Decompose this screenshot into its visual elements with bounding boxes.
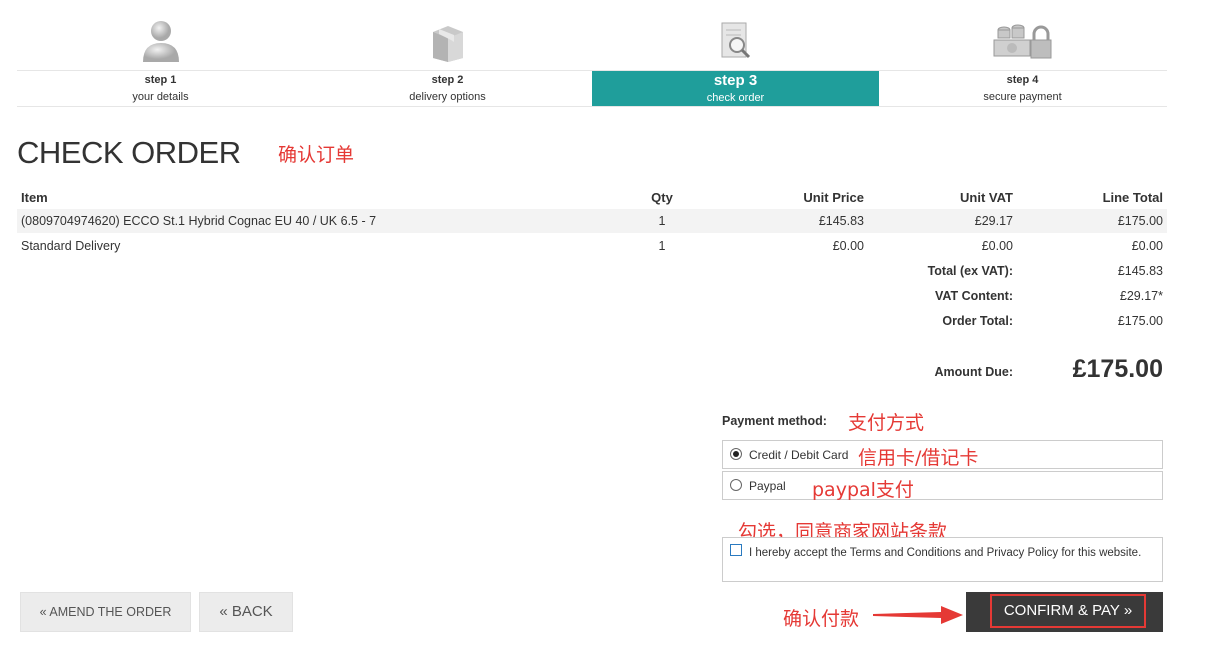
vat-content-value: £29.17*	[1119, 289, 1163, 303]
item-name: Standard Delivery	[21, 239, 121, 253]
annotation-confirm: 确认付款	[783, 608, 860, 630]
table-row: Standard Delivery 1 £0.00 £0.00 £0.00	[17, 234, 1167, 258]
annotation-card: 信用卡/借记卡	[858, 447, 979, 469]
arrow-icon	[873, 606, 963, 624]
confirm-pay-button[interactable]: CONFIRM & PAY »	[966, 592, 1163, 632]
item-line-total: £175.00	[1117, 214, 1163, 228]
table-row: (0809704974620) ECCO St.1 Hybrid Cognac …	[17, 209, 1167, 233]
amend-order-button[interactable]: « AMEND THE ORDER	[20, 592, 191, 632]
item-unit-price: £145.83	[818, 214, 864, 228]
amount-due-label: Amount Due:	[934, 365, 1013, 379]
total-ex-vat-value: £145.83	[1117, 264, 1163, 278]
step-number: step 3	[713, 72, 758, 89]
table-header: Item Qty Unit Price Unit VAT Line Total	[17, 185, 1167, 209]
item-unit-price: £0.00	[832, 239, 864, 253]
terms-box: I hereby accept the Terms and Conditions…	[722, 537, 1163, 582]
header-qty: Qty	[651, 190, 673, 205]
card-label: Credit / Debit Card	[749, 448, 849, 462]
step-delivery-options[interactable]: step 2 delivery options	[304, 0, 591, 107]
payment-option-paypal[interactable]: Paypal	[722, 471, 1163, 500]
checkout-steps: step 1 your details step 2 delivery opti…	[17, 0, 1167, 108]
paypal-label: Paypal	[749, 479, 786, 493]
header-item: Item	[21, 190, 48, 205]
item-unit-vat: £0.00	[981, 239, 1013, 253]
header-unit-vat: Unit VAT	[960, 190, 1013, 205]
step-label: your details	[132, 91, 189, 103]
annotation-title: 确认订单	[278, 144, 355, 166]
step-check-order[interactable]: step 3 check order	[592, 0, 879, 107]
order-total-label: Order Total:	[942, 314, 1013, 328]
item-qty: 1	[658, 239, 666, 253]
step-secure-payment[interactable]: step 4 secure payment	[879, 0, 1166, 107]
item-unit-vat: £29.17	[974, 214, 1013, 228]
order-total-value: £175.00	[1117, 314, 1163, 328]
confirm-pay-label: CONFIRM & PAY »	[990, 594, 1146, 628]
step-label: delivery options	[409, 91, 486, 103]
step-number: step 2	[431, 74, 464, 86]
header-line-total: Line Total	[1102, 190, 1163, 205]
step-label: secure payment	[983, 91, 1062, 103]
user-icon	[142, 21, 179, 62]
total-ex-vat-label: Total (ex VAT):	[927, 264, 1013, 278]
item-name: (0809704974620) ECCO St.1 Hybrid Cognac …	[21, 214, 377, 228]
card-radio[interactable]	[730, 448, 742, 460]
package-icon	[432, 26, 463, 62]
money-lock-icon	[993, 24, 1051, 59]
amount-due-value: £175.00	[1072, 355, 1163, 383]
document-magnifier-icon	[721, 22, 750, 59]
header-unit-price: Unit Price	[803, 190, 864, 205]
payment-method-label: Payment method:	[722, 414, 827, 428]
step-number: step 4	[1006, 74, 1039, 86]
paypal-radio[interactable]	[730, 479, 742, 491]
vat-content-label: VAT Content:	[935, 289, 1013, 303]
item-qty: 1	[658, 214, 666, 228]
annotation-payment-method: 支付方式	[848, 412, 925, 434]
item-line-total: £0.00	[1131, 239, 1163, 253]
step-label: check order	[706, 92, 765, 104]
page-title: CHECK ORDER	[17, 135, 241, 170]
terms-text: I hereby accept the Terms and Conditions…	[749, 547, 1142, 559]
terms-checkbox[interactable]	[730, 544, 742, 556]
step-number: step 1	[144, 74, 177, 86]
step-your-details[interactable]: step 1 your details	[17, 0, 304, 107]
annotation-paypal: paypal支付	[812, 479, 914, 501]
back-button[interactable]: « BACK	[199, 592, 293, 632]
